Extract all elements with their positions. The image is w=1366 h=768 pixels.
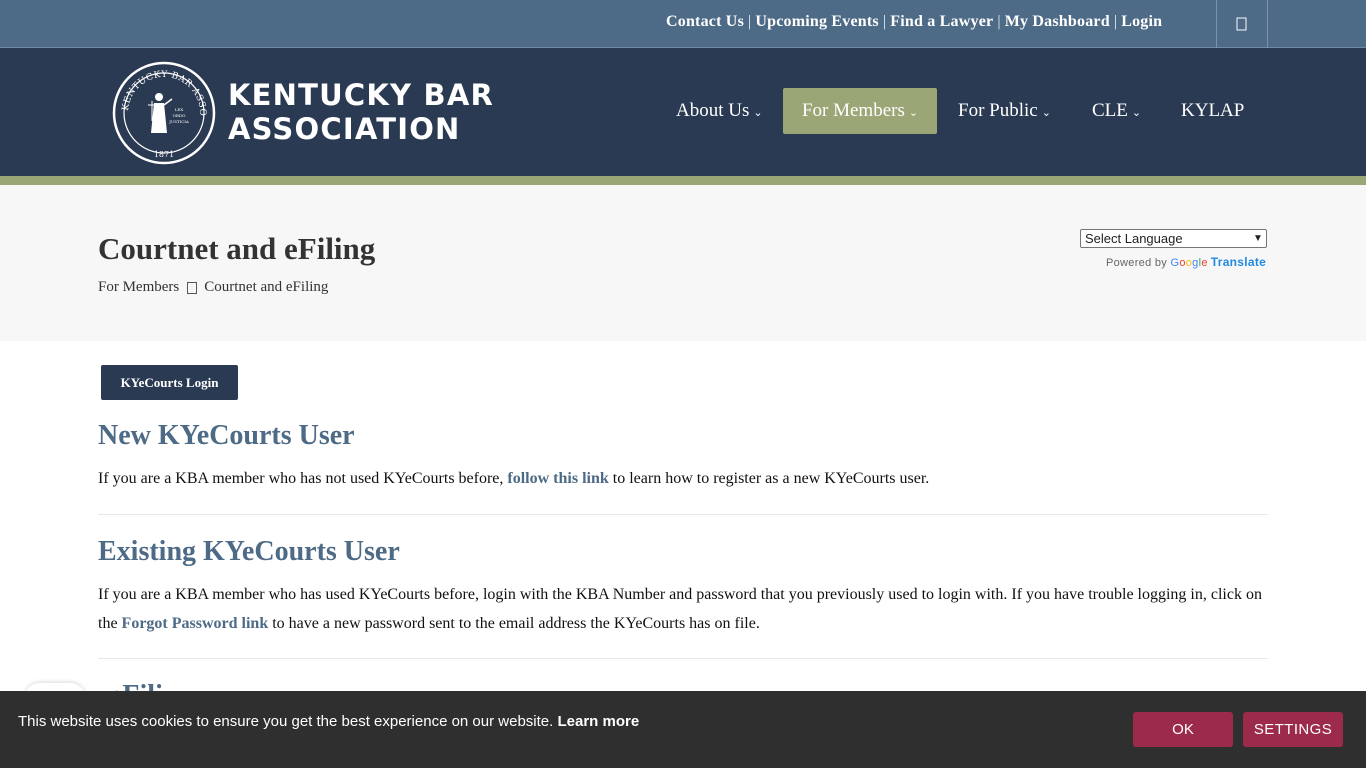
upcoming-events-link[interactable]: Upcoming Events (755, 13, 878, 30)
brand-line-2: ASSOCIATION (228, 112, 461, 146)
section-text-new-user: If you are a KBA member who has not used… (98, 470, 930, 487)
svg-text:ORDO: ORDO (173, 113, 186, 118)
kba-seal-logo[interactable]: KENTUCKY BAR ASSOCIATION 1871 LEX ORDO J… (112, 61, 216, 165)
brand-line-1: KENTUCKY BAR (228, 78, 495, 112)
kyecourts-login-button[interactable]: KYeCourts Login (101, 365, 238, 400)
language-select-value: Select Language (1085, 231, 1183, 246)
contact-us-link[interactable]: Contact Us (666, 13, 744, 30)
section-heading-new-user: New KYeCourts User (98, 420, 355, 451)
chevron-down-icon: ▼ (1253, 233, 1263, 244)
utility-bar: Contact Us | Upcoming Events | Find a Lawyer… (0, 0, 1366, 48)
cookie-settings-button[interactable]: SETTINGS (1243, 712, 1343, 747)
breadcrumb: For Members Courtnet and eFiling (98, 279, 328, 296)
chevron-down-icon: ⌄ (1041, 106, 1051, 119)
search-button[interactable] (1216, 0, 1268, 48)
brand-wordmark[interactable]: KENTUCKY BAR ASSOCIATION (228, 78, 494, 146)
nav-label: For Public (958, 100, 1038, 121)
breadcrumb-current: Courtnet and eFiling (204, 279, 329, 295)
svg-text:LEX: LEX (175, 107, 184, 112)
nav-label: KYLAP (1181, 100, 1245, 121)
section-divider (98, 658, 1268, 659)
breadcrumb-separator-icon (187, 281, 198, 294)
cookie-message: This website uses cookies to ensure you … (18, 713, 640, 730)
nav-label: For Members (801, 100, 905, 121)
search-icon (1236, 17, 1247, 31)
chevron-down-icon: ⌄ (1131, 106, 1142, 119)
section-text-existing-user: If you are a KBA member who has used KYe… (98, 586, 1262, 632)
forgot-password-link[interactable]: Forgot Password link (122, 615, 269, 632)
find-a-lawyer-link[interactable]: Find a Lawyer (890, 13, 993, 30)
section-heading-existing-user: Existing KYeCourts User (98, 536, 400, 567)
svg-text:1871: 1871 (154, 150, 174, 159)
translate-link[interactable]: Translate (1211, 255, 1266, 269)
nav-item-cle[interactable]: CLE ⌄ (1092, 88, 1141, 134)
language-select[interactable]: Select Language ▼ (1080, 229, 1267, 248)
nav-item-for-public[interactable]: For Public ⌄ (958, 88, 1051, 134)
nav-item-for-members[interactable]: For Members ⌄ (783, 88, 937, 134)
cookie-ok-button[interactable]: OK (1133, 712, 1233, 747)
my-dashboard-link[interactable]: My Dashboard (1005, 13, 1110, 30)
google-translate-attribution: Powered by Google Translate (1106, 255, 1266, 269)
chevron-down-icon: ⌄ (908, 106, 919, 119)
powered-by-text: Powered by (1106, 257, 1168, 269)
google-logo[interactable]: Google (1170, 257, 1207, 269)
cookie-learn-more-link[interactable]: Learn more (557, 713, 639, 730)
chevron-down-icon: ⌄ (753, 106, 763, 119)
nav-item-about-us[interactable]: About Us ⌄ (676, 88, 763, 134)
header-accent-stripe (0, 176, 1366, 185)
page-title: Courtnet and eFiling (98, 231, 376, 266)
svg-text:JUSTICIA: JUSTICIA (168, 119, 189, 124)
nav-label: CLE (1092, 100, 1128, 121)
login-link[interactable]: Login (1121, 13, 1162, 30)
utility-links: Contact Us | Upcoming Events | Find a Lawyer… (666, 13, 1163, 30)
nav-label: About Us (676, 100, 750, 121)
follow-this-link[interactable]: follow this link (507, 470, 608, 487)
nav-item-kylap[interactable]: KYLAP (1181, 88, 1244, 134)
cookie-consent-bar: This website uses cookies to ensure you … (0, 691, 1366, 768)
breadcrumb-link-for-members[interactable]: For Members (98, 279, 179, 296)
section-divider (98, 514, 1268, 515)
